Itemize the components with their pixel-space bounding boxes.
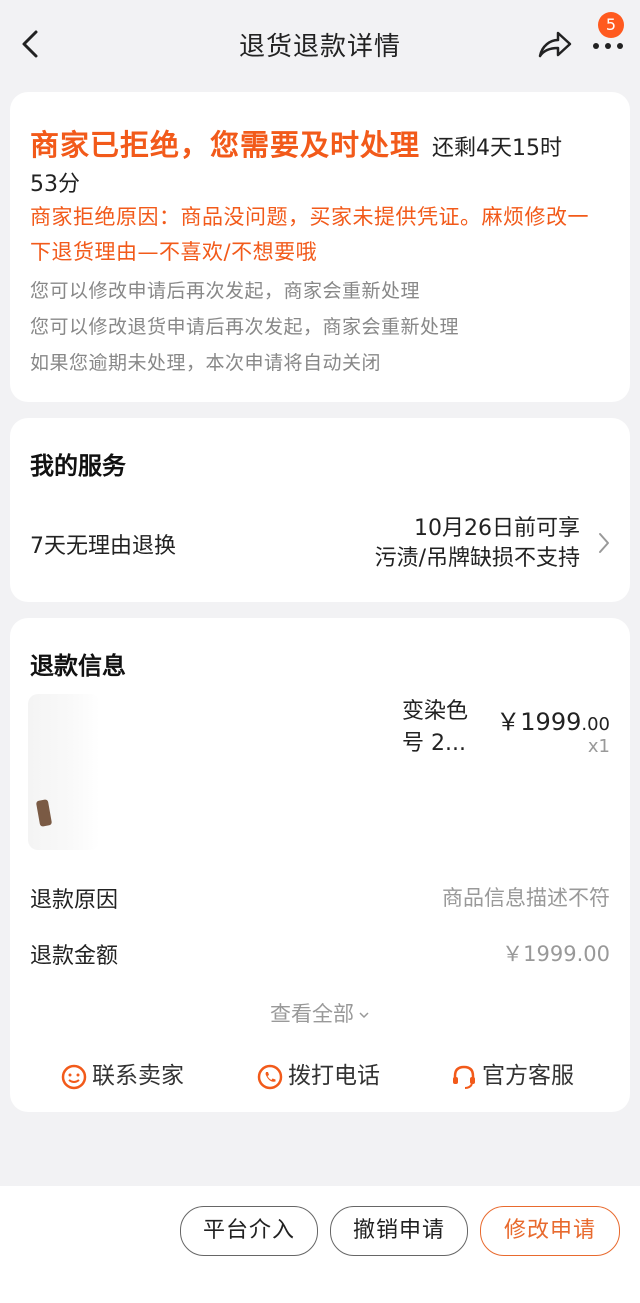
nav-bar: 退货退款详情 5: [0, 0, 640, 88]
service-name: 7天无理由退换: [30, 534, 176, 559]
hint-text: 如果您逾期未处理，本次申请将自动关闭: [30, 352, 382, 374]
hint-text: 您可以修改申请后再次发起，商家会重新处理: [30, 280, 421, 302]
remaining-time-minutes: 53分: [30, 172, 80, 197]
hint-text: 您可以修改退货申请后再次发起，商家会重新处理: [30, 316, 460, 338]
refund-reason-value: 商品信息描述不符: [442, 886, 610, 910]
status-title: 商家已拒绝，您需要及时处理: [30, 128, 421, 162]
notification-badge: 5: [598, 12, 624, 38]
platform-intervene-button[interactable]: 平台介入: [180, 1206, 318, 1256]
chevron-right-icon[interactable]: [596, 530, 612, 556]
reject-reason: 商家拒绝原因：商品没问题，买家未提供凭证。麻烦修改一下退货理由—不喜欢/不想要哦: [30, 205, 589, 264]
official-support-button[interactable]: 官方客服: [450, 1056, 574, 1089]
product-name[interactable]: 变染色号 2...: [402, 696, 482, 760]
refund-title: 退款信息: [30, 652, 126, 680]
service-title: 我的服务: [30, 452, 126, 480]
chevron-down-icon: [359, 1012, 369, 1019]
see-all-button[interactable]: 查看全部: [10, 998, 630, 1028]
refund-amount-label: 退款金额: [30, 944, 119, 969]
refund-card: 退款信息 变染色号 2... ￥1999.00 x1 退款原因 商品信息描述不符…: [10, 618, 630, 1112]
smile-chat-icon: [61, 1064, 87, 1089]
service-card[interactable]: 我的服务 7天无理由退换 10月26日前可享 污渍/吊牌缺损不支持: [10, 418, 630, 602]
product-thumbnail[interactable]: [28, 694, 100, 850]
share-icon[interactable]: [536, 28, 574, 62]
bottom-action-bar: 平台介入 撤销申请 修改申请: [0, 1186, 640, 1303]
service-detail: 10月26日前可享 污渍/吊牌缺损不支持: [374, 516, 580, 571]
product-price: ￥1999.00: [496, 708, 610, 736]
remaining-time: 还剩4天15时: [432, 136, 563, 161]
modify-request-button[interactable]: 修改申请: [480, 1206, 620, 1256]
cancel-request-button[interactable]: 撤销申请: [330, 1206, 468, 1256]
contact-seller-button[interactable]: 联系卖家: [60, 1056, 184, 1089]
refund-reason-label: 退款原因: [30, 888, 119, 913]
refund-amount-value: ￥1999.00: [502, 942, 610, 966]
status-card: 商家已拒绝，您需要及时处理 还剩4天15时 53分 商家拒绝原因：商品没问题，买家…: [10, 92, 630, 402]
call-phone-button[interactable]: 拨打电话: [256, 1056, 380, 1089]
headset-icon: [453, 1065, 475, 1089]
product-quantity: x1: [587, 736, 610, 757]
phone-icon: [257, 1064, 283, 1089]
